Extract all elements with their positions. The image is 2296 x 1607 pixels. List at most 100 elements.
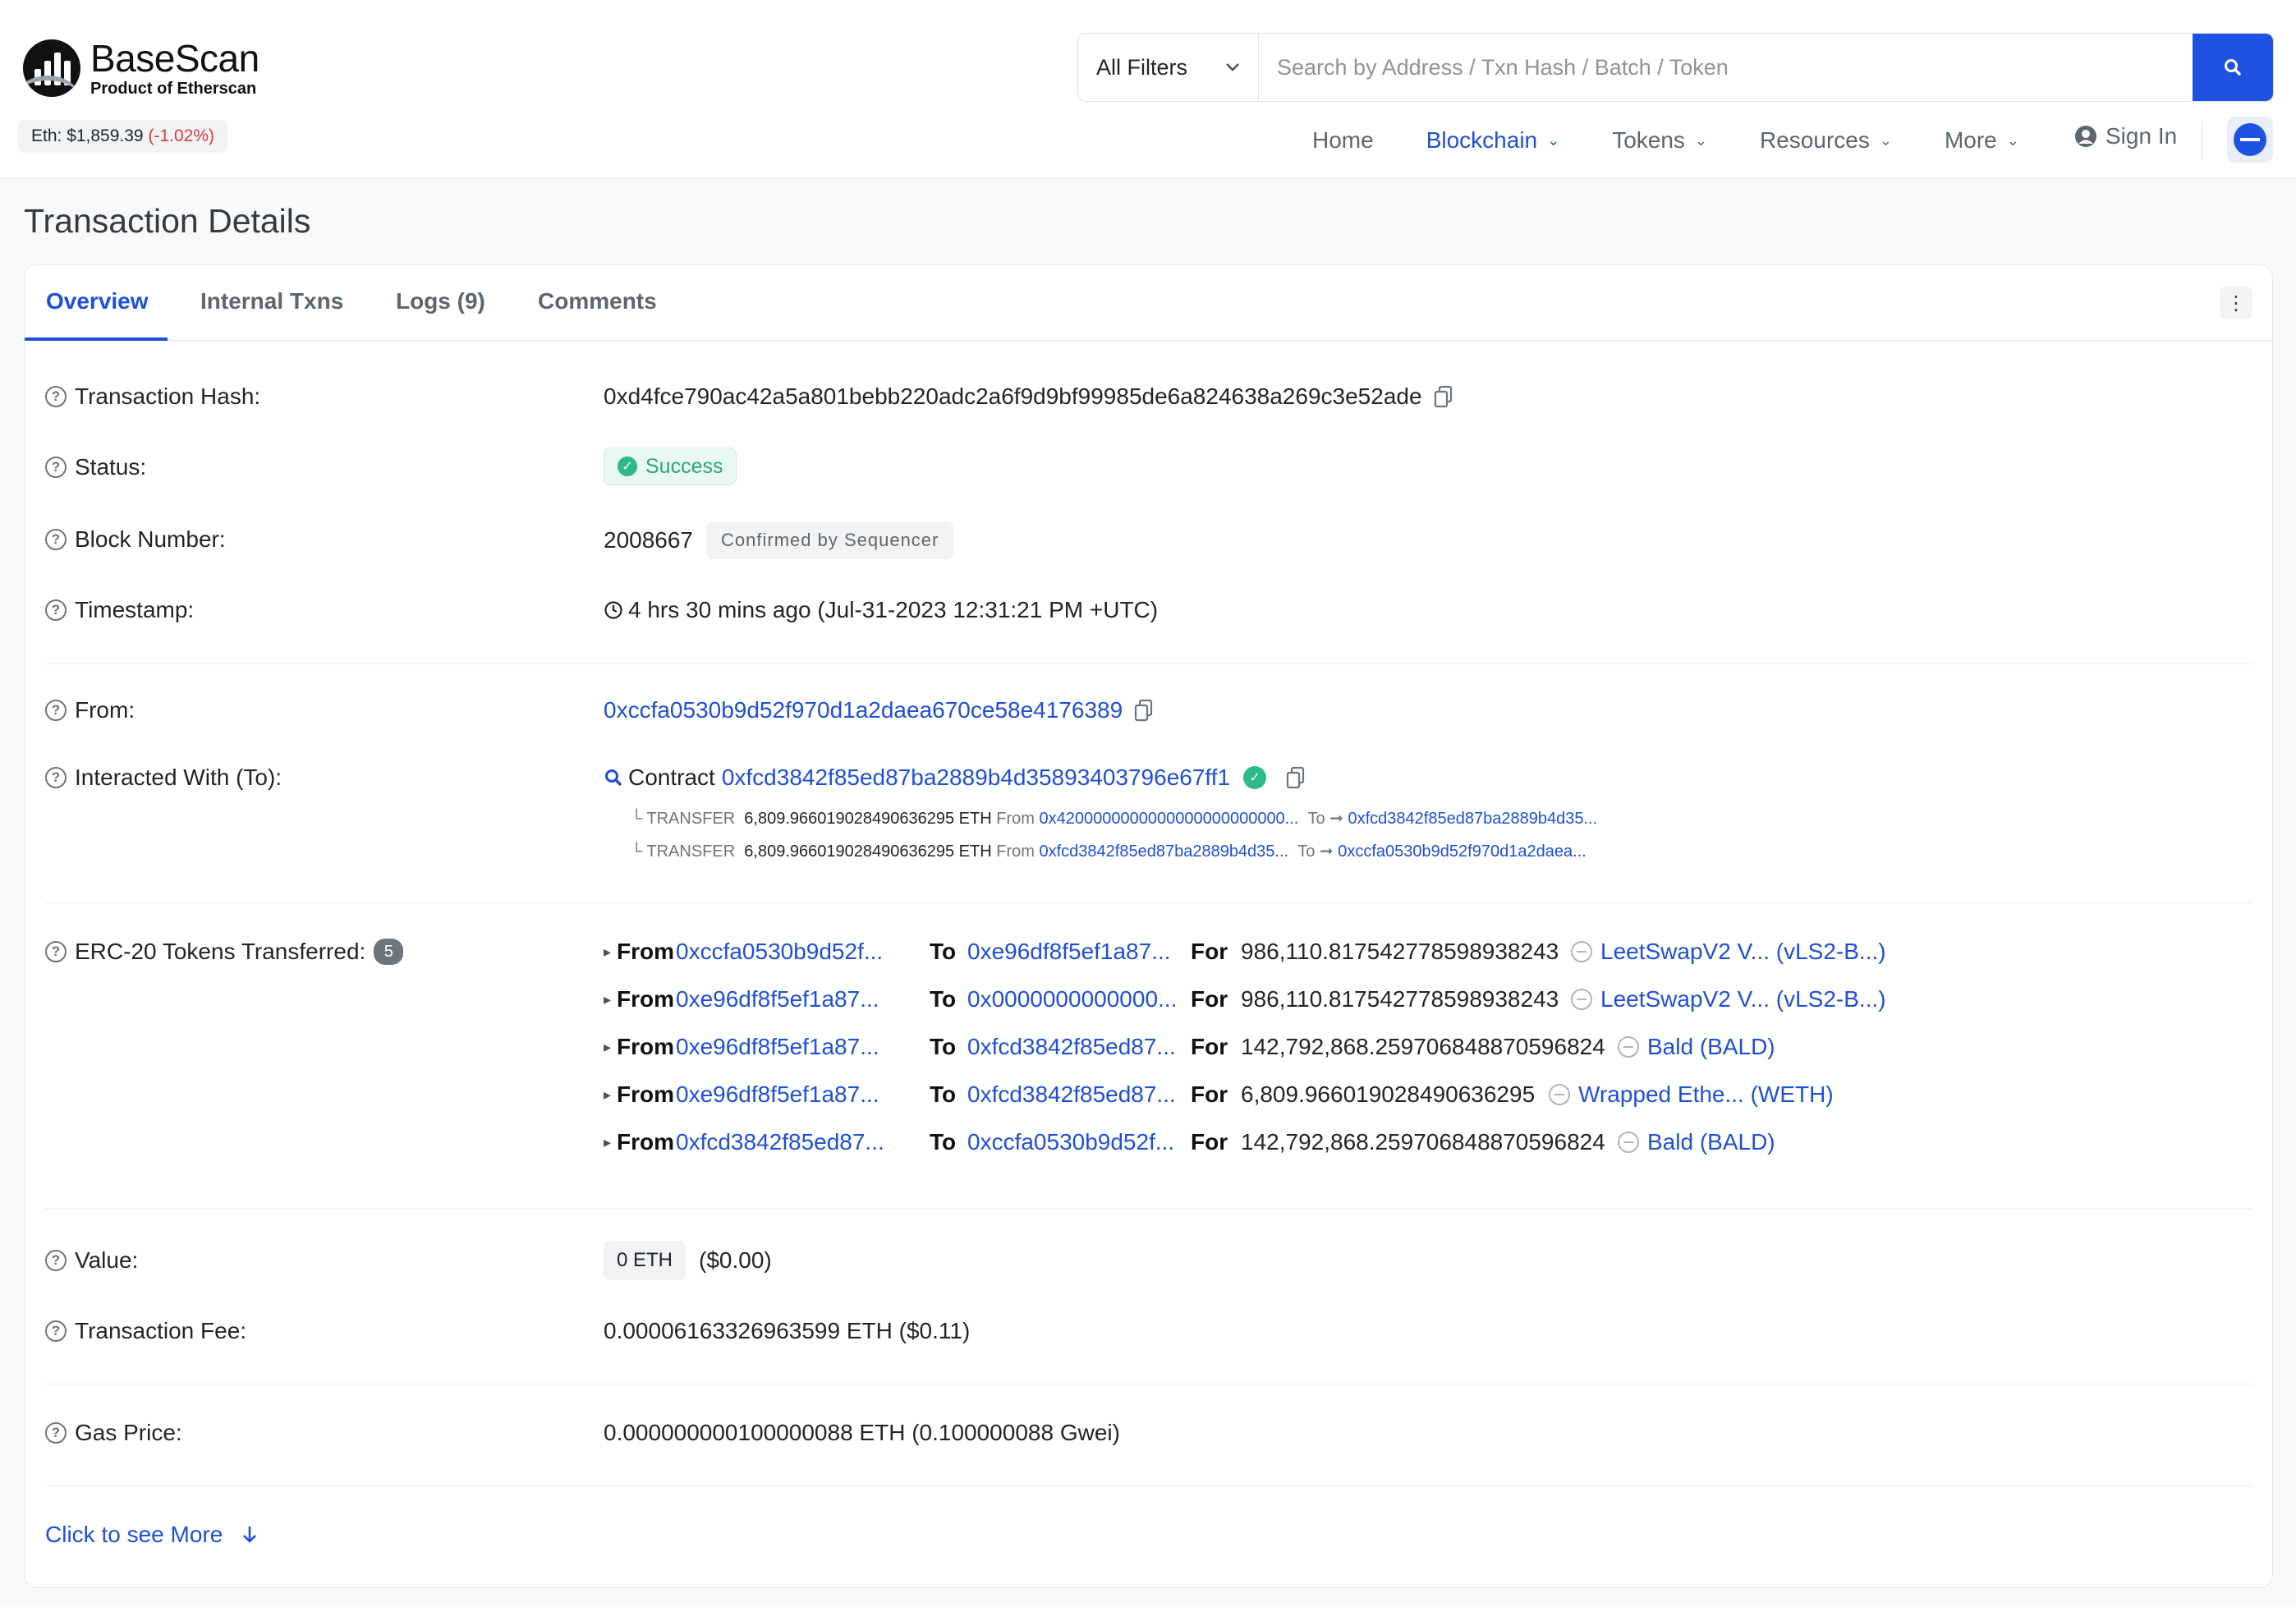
timestamp-value: 4 hrs 30 mins ago (Jul-31-2023 12:31:21 … [628,597,1159,622]
caret-right-icon[interactable]: ▸ [604,1134,611,1151]
erc20-from-link[interactable]: 0xfcd3842f85ed87... [676,1129,884,1155]
timestamp: 4 hrs 30 mins ago (Jul-31-2023 12:31:21 … [604,597,1158,623]
internal-transfer-row: └ TRANSFER 6,809.966019028490636295 ETH … [631,808,1597,829]
nav-more[interactable]: More ⌄ [1945,127,2019,154]
active-tab-indicator [25,337,168,341]
value: 0 ETH ($0.00) [604,1241,772,1280]
tree-branch-icon: └ [631,843,647,861]
help-icon[interactable]: ? [45,1250,67,1271]
erc20-token[interactable]: LeetSwapV2 V... (vLS2-B...) [1571,986,1886,1012]
tx-hash-value: 0xd4fce790ac42a5a801bebb220adc2a6f9d9bf9… [604,383,1422,409]
help-icon[interactable]: ? [45,599,67,621]
erc20-from-link[interactable]: 0xe96df8f5ef1a87... [676,986,879,1012]
caret-right-icon[interactable]: ▸ [604,1039,611,1056]
erc20-from-link[interactable]: 0xe96df8f5ef1a87... [676,1034,879,1060]
nav-tokens[interactable]: Tokens ⌄ [1612,127,1707,154]
nav-home[interactable]: Home [1312,127,1374,154]
nav-more-label: More [1944,127,1997,153]
help-icon[interactable]: ? [45,386,67,407]
interacted-with: Contract 0xfcd3842f85ed87ba2889b4d358934… [604,764,1306,791]
transfer-to-word: To [1307,810,1325,828]
transfer-to-link[interactable]: 0xfcd3842f85ed87ba2889b4d35... [1348,810,1598,828]
transfer-from-link[interactable]: 0xfcd3842f85ed87ba2889b4d35... [1039,843,1288,861]
search-button[interactable] [2193,34,2273,101]
tree-branch-icon: └ [631,810,647,828]
value-eth-pill: 0 ETH [604,1241,687,1280]
erc20-token[interactable]: Bald (BALD) [1618,1129,1775,1155]
erc20-amount: 142,792,868.259706848870596824 [1241,1034,1605,1059]
erc20-to-link[interactable]: 0xe96df8f5ef1a87... [967,939,1171,965]
contract-address-link[interactable]: 0xfcd3842f85ed87ba2889b4d35893403796e67f… [722,764,1230,791]
label-tx-hash: ? Transaction Hash: [45,383,260,410]
transfer-to-word: To [1297,843,1316,861]
tab-internal-txns[interactable]: Internal Txns [200,288,343,315]
erc20-token[interactable]: Bald (BALD) [1618,1034,1775,1060]
basescan-logo[interactable]: BaseScan Product of Etherscan [23,39,259,97]
label-text: Block Number: [75,526,226,552]
erc20-from-link[interactable]: 0xccfa0530b9d52f... [676,939,883,965]
theme-toggle-button[interactable] [2227,117,2273,163]
eth-price[interactable]: Eth: $1,859.39 (-1.02%) [18,120,227,153]
caret-right-icon[interactable]: ▸ [604,1086,611,1104]
tab-overview[interactable]: Overview [46,288,149,315]
sign-in-link[interactable]: Sign In [2074,123,2177,149]
nav-resources[interactable]: Resources ⌄ [1760,127,1892,154]
erc20-token-name: Wrapped Ethe... (WETH) [1578,1081,1834,1107]
transfer-from-word: From [996,810,1035,828]
token-icon [1571,989,1592,1010]
transfer-from-word: From [996,843,1035,861]
erc20-token[interactable]: LeetSwapV2 V... (vLS2-B...) [1571,939,1886,965]
label-text: Interacted With (To): [75,764,282,790]
label-text: ERC-20 Tokens Transferred: [75,939,366,964]
help-icon[interactable]: ? [45,700,67,721]
search-input[interactable] [1259,34,2193,101]
more-options-button[interactable]: ⋮ [2220,287,2252,319]
label-to: ? Interacted With (To): [45,764,282,791]
caret-right-icon[interactable]: ▸ [604,944,611,961]
copy-icon[interactable] [1434,385,1453,408]
tx-hash: 0xd4fce790ac42a5a801bebb220adc2a6f9d9bf9… [604,383,1453,410]
nav-tokens-label: Tokens [1612,127,1685,153]
help-icon[interactable]: ? [45,767,67,788]
erc20-token[interactable]: Wrapped Ethe... (WETH) [1549,1081,1834,1108]
chevron-down-icon [1226,63,1239,71]
erc20-count-badge: 5 [374,939,404,965]
transfer-type: TRANSFER [646,843,736,861]
help-icon[interactable]: ? [45,941,67,962]
arrow-right-icon: ➞ [1329,810,1343,828]
erc20-to-link[interactable]: 0xfcd3842f85ed87... [967,1081,1176,1108]
label-block: ? Block Number: [45,526,226,553]
from-address-link[interactable]: 0xccfa0530b9d52f970d1a2daea670ce58e41763… [604,697,1123,723]
tab-logs[interactable]: Logs (9) [396,288,485,315]
label-timestamp: ? Timestamp: [45,597,194,623]
block-number[interactable]: 2008667 [604,527,693,553]
see-more-link[interactable]: Click to see More [45,1522,259,1548]
erc20-to-link[interactable]: 0xfcd3842f85ed87... [967,1034,1176,1060]
eth-price-value: Eth: $1,859.39 [31,126,144,145]
help-icon[interactable]: ? [45,529,67,550]
caret-right-icon[interactable]: ▸ [604,991,611,1008]
transfer-to-link[interactable]: 0xccfa0530b9d52f970d1a2daea... [1338,843,1587,861]
fee: 0.00006163326963599 ETH ($0.11) [604,1318,970,1344]
contract-search-icon [605,769,622,786]
search-bar: All Filters [1077,33,2274,102]
help-icon[interactable]: ? [45,1422,67,1444]
filter-dropdown[interactable]: All Filters [1078,34,1259,101]
erc20-from-link[interactable]: 0xe96df8f5ef1a87... [676,1081,879,1108]
eth-price-change: (-1.02%) [148,126,214,145]
copy-icon[interactable] [1134,699,1154,722]
erc20-token-name: Bald (BALD) [1647,1034,1775,1059]
erc20-to-link[interactable]: 0x0000000000000... [967,986,1177,1012]
copy-icon[interactable] [1286,766,1306,789]
erc20-for-word: For [1191,1034,1228,1059]
filter-label: All Filters [1096,54,1188,80]
tab-comments[interactable]: Comments [538,288,657,315]
nav-blockchain[interactable]: Blockchain ⌄ [1426,127,1560,154]
erc20-amount: 986,110.817542778598938243 [1241,986,1559,1012]
help-icon[interactable]: ? [45,457,67,478]
contract-prefix: Contract [628,764,715,790]
erc20-token-name: Bald (BALD) [1647,1129,1775,1155]
transfer-from-link[interactable]: 0x4200000000000000000000000... [1039,810,1298,828]
erc20-to-link[interactable]: 0xccfa0530b9d52f... [967,1129,1174,1155]
help-icon[interactable]: ? [45,1320,67,1342]
